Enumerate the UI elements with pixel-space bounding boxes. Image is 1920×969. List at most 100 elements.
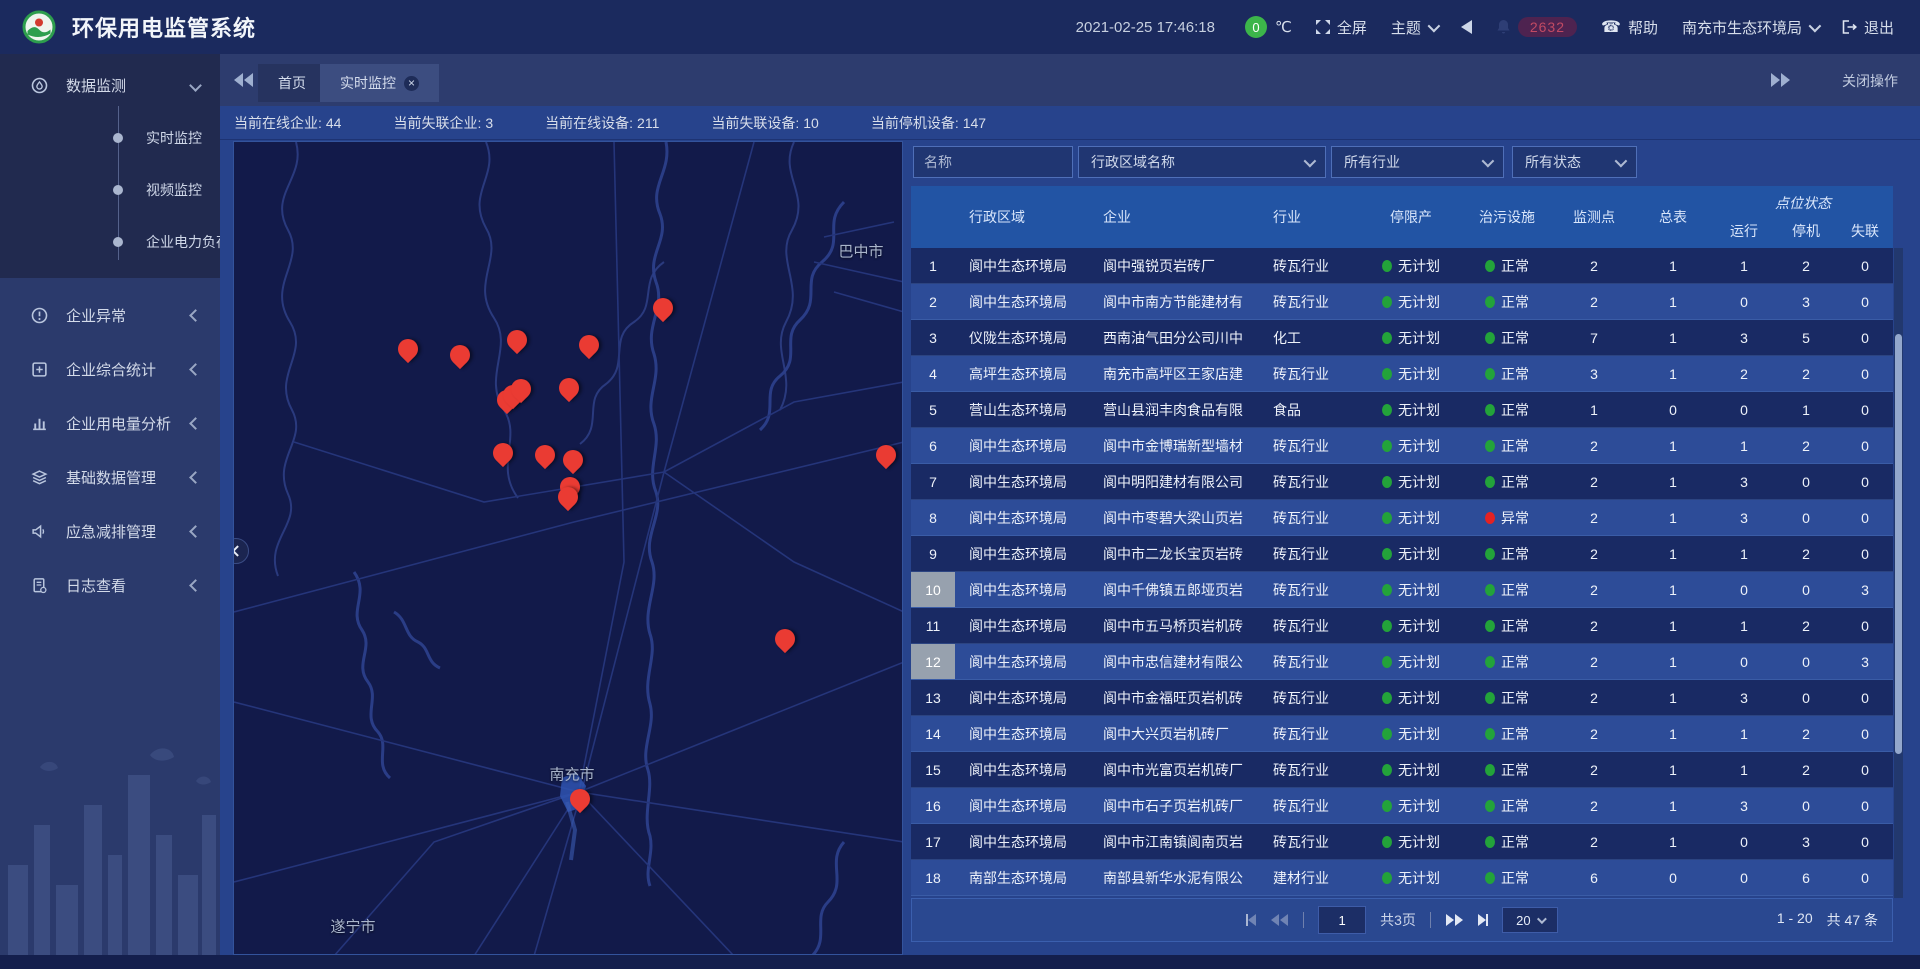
sidebar-item-enterprise-abnormal[interactable]: 企业异常 <box>0 288 220 342</box>
status-dot <box>1485 260 1495 272</box>
cell-monitor-points: 1 <box>1555 392 1633 427</box>
fullscreen-icon <box>1316 20 1330 34</box>
col-total-meters: 总表 <box>1633 186 1713 248</box>
cell-monitor-points: 2 <box>1555 572 1633 607</box>
scroll-tabs-left-icon[interactable] <box>234 73 254 87</box>
cell-region: 高坪生态环境局 <box>955 356 1089 391</box>
close-operations-button[interactable]: 关闭操作 <box>1842 71 1898 91</box>
table-scrollbar[interactable] <box>1894 248 1903 898</box>
table-row[interactable]: 3仪陇生态环境局西南油气田分公司川中化工无计划正常71350 <box>911 320 1893 356</box>
scrollbar-thumb[interactable] <box>1895 334 1902 754</box>
sidebar-item-emergency-reduction[interactable]: 应急减排管理 <box>0 504 220 558</box>
table-row[interactable]: 2阆中生态环境局阆中市南方节能建材有砖瓦行业无计划正常21030 <box>911 284 1893 320</box>
name-search-input[interactable] <box>913 146 1073 178</box>
table-row[interactable]: 1阆中生态环境局阆中强锐页岩砖厂砖瓦行业无计划正常21120 <box>911 248 1893 284</box>
tab-home[interactable]: 首页 <box>258 64 326 102</box>
cell-pollution-facility: 正常 <box>1459 716 1555 751</box>
table-row[interactable]: 11阆中生态环境局阆中市五马桥页岩机砖砖瓦行业无计划正常21120 <box>911 608 1893 644</box>
col-index <box>911 186 955 248</box>
cell-disconnected: 0 <box>1837 716 1893 751</box>
status-dot <box>1485 836 1495 848</box>
table-row[interactable]: 10阆中生态环境局阆中千佛镇五郎垭页岩砖瓦行业无计划正常21003 <box>911 572 1893 608</box>
cell-region: 阆中生态环境局 <box>955 752 1089 787</box>
mute-button[interactable] <box>1461 20 1472 34</box>
cell-running: 3 <box>1713 788 1775 823</box>
table-row[interactable]: 6阆中生态环境局阆中市金博瑞新型墙材砖瓦行业无计划正常21120 <box>911 428 1893 464</box>
cell-stop-limit: 无计划 <box>1363 500 1459 535</box>
chevron-left-icon <box>233 545 243 556</box>
table-row[interactable]: 14阆中生态环境局阆中大兴页岩机砖厂砖瓦行业无计划正常21120 <box>911 716 1893 752</box>
table-row[interactable]: 18南部生态环境局南部县新华水泥有限公建材行业无计划正常60060 <box>911 860 1893 896</box>
cell-disconnected: 3 <box>1837 644 1893 679</box>
close-tab-icon[interactable]: × <box>404 76 419 91</box>
status-dot <box>1485 512 1495 524</box>
cell-index: 17 <box>911 824 955 859</box>
cell-total-meters: 1 <box>1633 356 1713 391</box>
cell-monitor-points: 2 <box>1555 788 1633 823</box>
status-dot <box>1485 800 1495 812</box>
cell-monitor-points: 3 <box>1555 356 1633 391</box>
sidebar-item-enterprise-stats[interactable]: 企业综合统计 <box>0 342 220 396</box>
table-row[interactable]: 9阆中生态环境局阆中市二龙长宝页岩砖砖瓦行业无计划正常21120 <box>911 536 1893 572</box>
cell-disconnected: 0 <box>1837 680 1893 715</box>
scroll-tabs-right-icon[interactable] <box>1770 73 1790 87</box>
table-row[interactable]: 5营山生态环境局营山县润丰肉食品有限食品无计划正常10010 <box>911 392 1893 428</box>
table-row[interactable]: 13阆中生态环境局阆中市金福旺页岩机砖砖瓦行业无计划正常21300 <box>911 680 1893 716</box>
sidebar-item-realtime-monitor[interactable]: 实时监控 <box>118 112 220 164</box>
first-page-button[interactable] <box>1246 914 1257 926</box>
notifications-button[interactable]: 2632 <box>1496 17 1577 37</box>
sidebar-item-video-monitor[interactable]: 视频监控 <box>118 164 220 216</box>
cell-index: 4 <box>911 356 955 391</box>
table-row[interactable]: 15阆中生态环境局阆中市光富页岩机砖厂砖瓦行业无计划正常21120 <box>911 752 1893 788</box>
cell-running: 1 <box>1713 716 1775 751</box>
map-panel[interactable]: 巴中市南充市遂宁市 <box>233 141 903 955</box>
cell-disconnected: 0 <box>1837 860 1893 895</box>
cell-disconnected: 0 <box>1837 608 1893 643</box>
logout-button[interactable]: 退出 <box>1842 17 1894 38</box>
cell-monitor-points: 2 <box>1555 716 1633 751</box>
cell-region: 阆中生态环境局 <box>955 572 1089 607</box>
prev-page-button[interactable] <box>1271 914 1289 926</box>
col-stop-limit: 停限产 <box>1363 186 1459 248</box>
cell-monitor-points: 2 <box>1555 536 1633 571</box>
table-row[interactable]: 17阆中生态环境局阆中市江南镇阆南页岩砖瓦行业无计划正常21030 <box>911 824 1893 860</box>
table-row[interactable]: 7阆中生态环境局阆中明阳建材有限公司砖瓦行业无计划正常21300 <box>911 464 1893 500</box>
cell-disconnected: 0 <box>1837 320 1893 355</box>
tab-realtime-monitor[interactable]: 实时监控 × <box>320 64 439 102</box>
sidebar: 数据监测 实时监控 视频监控 企业电力负荷明细 <box>0 54 220 955</box>
table-row[interactable]: 8阆中生态环境局阆中市枣碧大梁山页岩砖瓦行业无计划异常21300 <box>911 500 1893 536</box>
table-row[interactable]: 16阆中生态环境局阆中市石子页岩机砖厂砖瓦行业无计划正常21300 <box>911 788 1893 824</box>
status-select[interactable]: 所有状态 <box>1512 146 1637 178</box>
cell-pollution-facility: 正常 <box>1459 860 1555 895</box>
cell-running: 3 <box>1713 320 1775 355</box>
sidebar-item-power-load-detail[interactable]: 企业电力负荷明细 <box>118 216 220 268</box>
sidebar-item-data-monitoring[interactable]: 数据监测 <box>0 58 220 112</box>
table-row[interactable]: 4高坪生态环境局南充市高坪区王家店建砖瓦行业无计划正常31220 <box>911 356 1893 392</box>
theme-dropdown[interactable]: 主题 <box>1391 17 1437 38</box>
help-button[interactable]: 帮助 <box>1601 17 1658 38</box>
total-pages-label: 共3页 <box>1380 910 1416 930</box>
sidebar-item-base-data[interactable]: 基础数据管理 <box>0 450 220 504</box>
cell-running: 3 <box>1713 500 1775 535</box>
org-dropdown[interactable]: 南充市生态环境局 <box>1682 17 1818 38</box>
sidebar-item-log-view[interactable]: 日志查看 <box>0 558 220 612</box>
stat-online-companies: 当前在线企业:44 <box>234 113 341 133</box>
page-size-select[interactable]: 20 <box>1502 907 1558 933</box>
table-row[interactable]: 12阆中生态环境局阆中市忠信建材有限公砖瓦行业无计划正常21003 <box>911 644 1893 680</box>
page-number-input[interactable] <box>1318 906 1366 934</box>
industry-select[interactable]: 所有行业 <box>1331 146 1504 178</box>
region-select[interactable]: 行政区域名称 <box>1078 146 1326 178</box>
main-content: 当前在线企业:44 当前失联企业:3 当前在线设备:211 当前失联设备:10 … <box>220 106 1920 955</box>
app-logo-icon <box>22 10 56 44</box>
status-dot <box>1485 656 1495 668</box>
next-page-button[interactable] <box>1445 914 1463 926</box>
last-page-button[interactable] <box>1477 914 1488 926</box>
status-dot <box>1382 404 1392 416</box>
pagination-bar: 共3页 20 1 - 20共 47 条 <box>911 898 1893 942</box>
sidebar-item-power-analysis[interactable]: 企业用电量分析 <box>0 396 220 450</box>
cell-pollution-facility: 正常 <box>1459 572 1555 607</box>
fullscreen-button[interactable]: 全屏 <box>1316 17 1367 38</box>
cell-monitor-points: 2 <box>1555 428 1633 463</box>
col-monitor-points: 监测点 <box>1555 186 1633 248</box>
status-dot <box>1485 476 1495 488</box>
